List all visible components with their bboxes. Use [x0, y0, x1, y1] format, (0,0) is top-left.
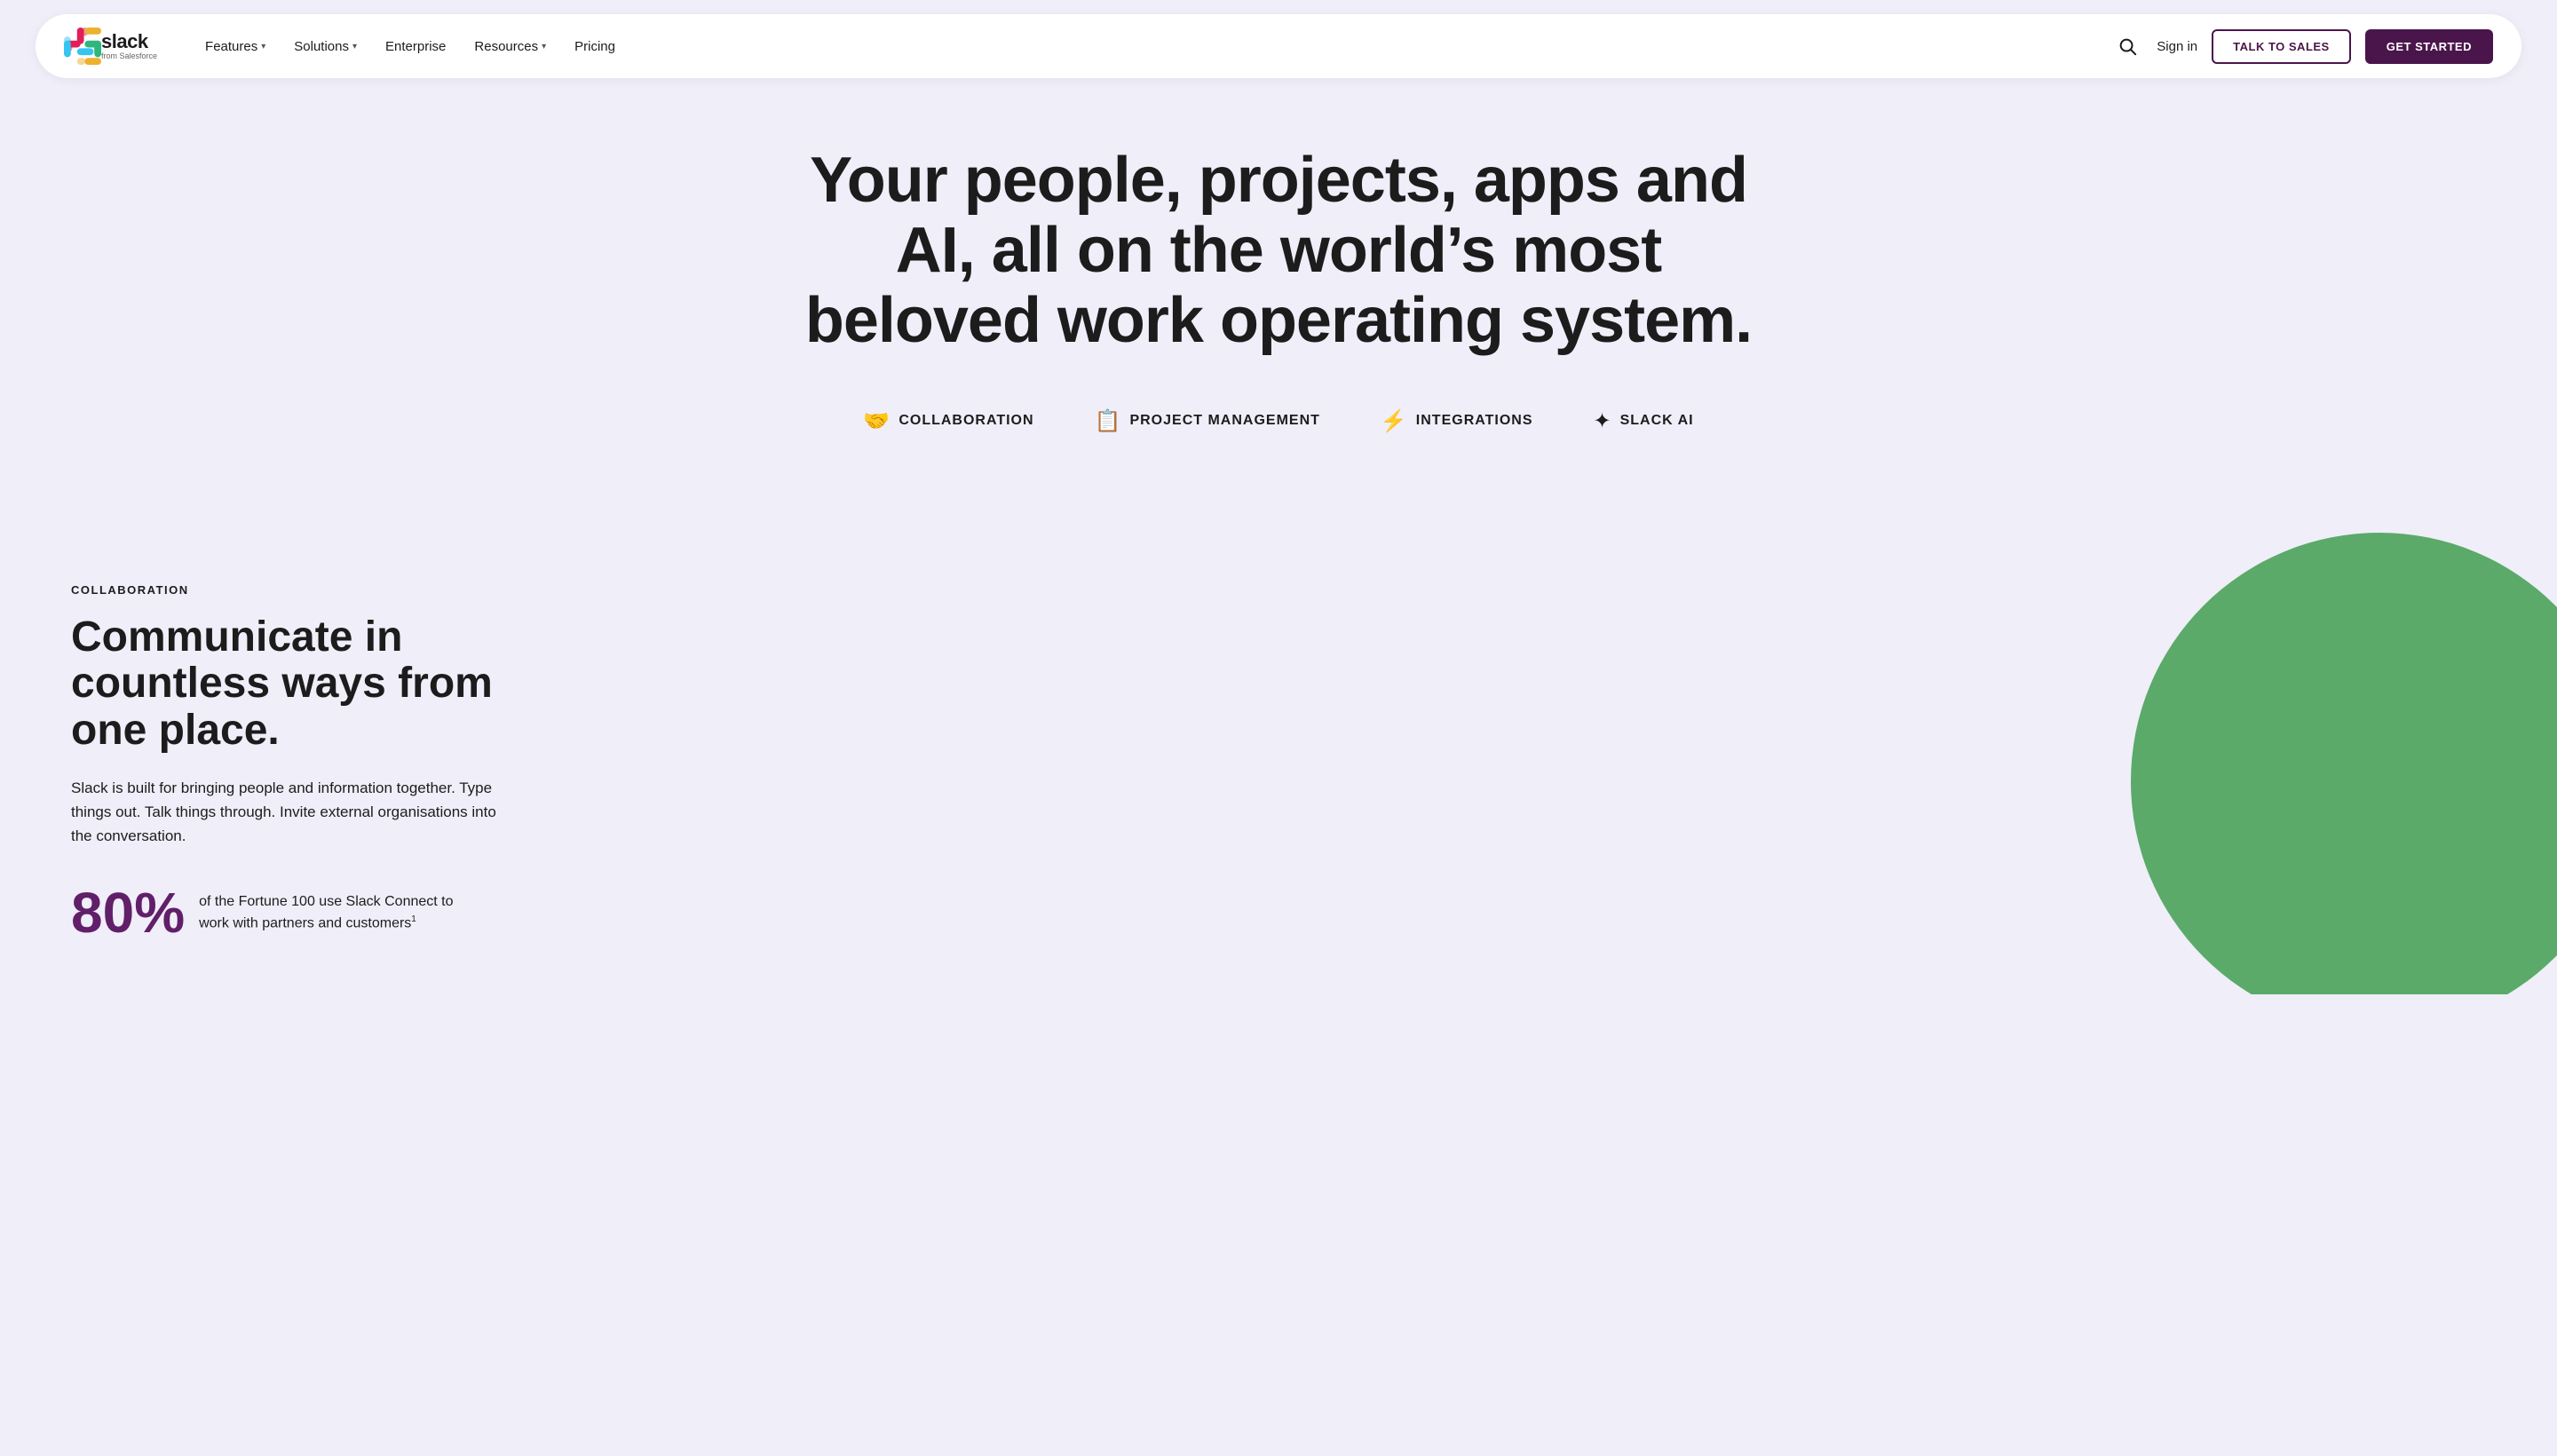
chevron-down-icon: ▾ — [352, 42, 357, 51]
collaboration-label: COLLABORATION — [71, 583, 2486, 597]
slack-ai-icon: ✦ — [1594, 408, 1611, 434]
nav-features[interactable]: Features ▾ — [193, 32, 278, 61]
nav-links: Features ▾ Solutions ▾ Enterprise Resour… — [193, 32, 2112, 61]
nav-enterprise[interactable]: Enterprise — [373, 32, 458, 61]
nav-pricing[interactable]: Pricing — [562, 32, 628, 61]
stat-text: of the Fortune 100 use Slack Connect to … — [199, 884, 483, 934]
stat-row: 80% of the Fortune 100 use Slack Connect… — [71, 884, 2486, 941]
collaboration-icon: 🤝 — [863, 408, 890, 434]
tab-collaboration[interactable]: 🤝 COLLABORATION — [859, 401, 1037, 441]
project-management-icon: 📋 — [1095, 408, 1121, 434]
tab-collaboration-label: COLLABORATION — [899, 413, 1033, 429]
logo-slack-text: slack — [101, 32, 157, 51]
tab-integrations[interactable]: ⚡ INTEGRATIONS — [1377, 401, 1537, 441]
hero-title: Your people, projects, apps and AI, all … — [790, 146, 1767, 357]
nav-right: Sign in TALK TO SALES GET STARTED — [2112, 29, 2493, 64]
search-button[interactable] — [2112, 31, 2142, 61]
tab-project-management-label: PROJECT MANAGEMENT — [1129, 413, 1319, 429]
stat-number: 80% — [71, 884, 185, 941]
tab-project-management[interactable]: 📋 PROJECT MANAGEMENT — [1091, 401, 1324, 441]
chevron-down-icon: ▾ — [261, 42, 265, 51]
chevron-down-icon: ▾ — [542, 42, 546, 51]
hero-section: Your people, projects, apps and AI, all … — [0, 92, 2557, 530]
collaboration-heading: Communicate in countless ways from one p… — [71, 614, 515, 755]
decorative-circle — [2131, 533, 2557, 994]
collaboration-description: Slack is built for bringing people and i… — [71, 776, 497, 849]
logo-salesforce-text: from Salesforce — [101, 52, 157, 60]
navbar: slack from Salesforce Features ▾ Solutio… — [0, 14, 2557, 78]
nav-solutions[interactable]: Solutions ▾ — [281, 32, 369, 61]
logo[interactable]: slack from Salesforce — [64, 28, 157, 65]
get-started-button[interactable]: GET STARTED — [2365, 29, 2493, 64]
collaboration-section: COLLABORATION Communicate in countless w… — [0, 530, 2557, 994]
talk-to-sales-button[interactable]: TALK TO SALES — [2212, 29, 2351, 64]
tab-slack-ai-label: SLACK AI — [1620, 413, 1694, 429]
feature-tabs: 🤝 COLLABORATION 📋 PROJECT MANAGEMENT ⚡ I… — [71, 401, 2486, 441]
sign-in-link[interactable]: Sign in — [2157, 39, 2197, 54]
tab-integrations-label: INTEGRATIONS — [1416, 413, 1533, 429]
tab-slack-ai[interactable]: ✦ SLACK AI — [1590, 401, 1698, 441]
integrations-icon: ⚡ — [1381, 408, 1407, 434]
nav-resources[interactable]: Resources ▾ — [462, 32, 558, 61]
